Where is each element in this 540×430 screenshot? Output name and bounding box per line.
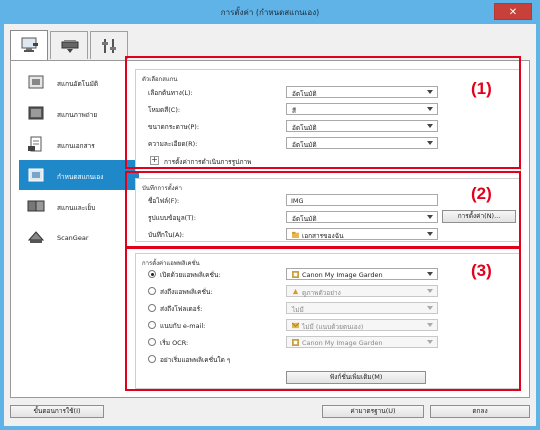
callout-number-3: (3) (471, 261, 492, 280)
sidebar-item-auto-scan[interactable]: สแกนอัตโนมัติ (19, 67, 139, 97)
ok-button[interactable]: ตกลง (430, 405, 530, 418)
auto-scan-icon (28, 75, 44, 89)
scan-from-computer-icon (21, 37, 38, 52)
window-frame-right (536, 24, 540, 430)
custom-scan-icon (28, 168, 44, 182)
title-bar: การตั้งค่า (กำหนดสแกนเอง) ✕ (0, 0, 540, 24)
document-scan-icon (28, 136, 42, 152)
window-frame-left (0, 24, 4, 430)
sidebar-item-custom-scan[interactable]: กำหนดสแกนเอง (19, 160, 139, 190)
tab-general-settings[interactable] (90, 31, 128, 59)
window-frame-bottom (0, 426, 540, 430)
callout-number-2: (2) (471, 184, 492, 203)
sidebar-item-scan-and-stitch[interactable]: สแกนและเย็บ (19, 191, 139, 221)
scan-from-operation-panel-icon (61, 40, 79, 53)
window-title: การตั้งค่า (กำหนดสแกนเอง) (220, 8, 320, 17)
scangear-icon (27, 231, 45, 243)
callout-box-1 (125, 56, 521, 169)
sidebar-item-label: สแกนเอกสาร (57, 142, 95, 150)
sidebar-item-label: ScanGear (57, 234, 89, 242)
callout-box-3 (125, 247, 521, 391)
tab-scan-from-computer[interactable] (10, 30, 48, 61)
instructions-button[interactable]: ขั้นตอนการใช้(I) (10, 405, 104, 418)
sidebar-item-label: สแกนภาพถ่าย (57, 111, 98, 119)
sidebar-item-document-scan[interactable]: สแกนเอกสาร (19, 129, 139, 159)
callout-box-2 (125, 171, 521, 248)
callout-number-1: (1) (471, 79, 492, 98)
defaults-button[interactable]: ค่ามาตรฐาน(U) (322, 405, 424, 418)
sidebar-item-scangear[interactable]: ScanGear (19, 222, 139, 252)
sidebar-item-label: สแกนอัตโนมัติ (57, 80, 99, 88)
settings-panel: สแกนอัตโนมัติ สแกนภาพถ่าย สแกนเอกสาร กำห… (10, 56, 530, 398)
photo-scan-icon (28, 106, 44, 120)
general-settings-icon (102, 39, 116, 53)
close-button[interactable]: ✕ (494, 3, 532, 20)
tab-scan-from-operation-panel[interactable] (50, 31, 88, 59)
sidebar: สแกนอัตโนมัติ สแกนภาพถ่าย สแกนเอกสาร กำห… (19, 67, 139, 253)
sidebar-item-label: กำหนดสแกนเอง (57, 173, 104, 181)
settings-window: การตั้งค่า (กำหนดสแกนเอง) ✕ สแกนอัตโนมัต… (0, 0, 540, 430)
sidebar-item-photo-scan[interactable]: สแกนภาพถ่าย (19, 98, 139, 128)
scan-and-stitch-icon (27, 200, 45, 212)
sidebar-item-label: สแกนและเย็บ (57, 204, 96, 212)
